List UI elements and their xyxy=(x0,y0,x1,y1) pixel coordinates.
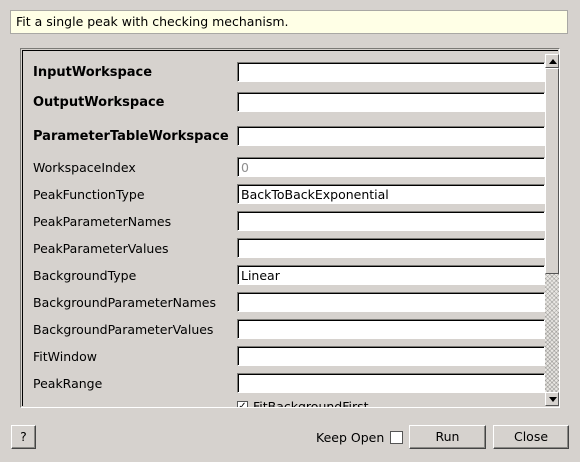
property-label: PeakParameterValues xyxy=(33,241,169,256)
property-row-workspaceindex: WorkspaceIndex 0 xyxy=(33,157,545,179)
property-row-backgroundtype: BackgroundType Linear xyxy=(33,265,545,287)
scroll-up-button[interactable] xyxy=(545,54,559,68)
peakparameternames-field[interactable] xyxy=(237,211,545,231)
property-row-outputworkspace: OutputWorkspace xyxy=(33,92,545,114)
workspaceindex-field[interactable]: 0 xyxy=(237,157,545,177)
backgroundparameternames-field[interactable] xyxy=(237,292,545,312)
property-row-parametertableworkspace: ParameterTableWorkspace xyxy=(33,126,545,148)
property-label: InputWorkspace xyxy=(33,65,153,80)
peakrange-field[interactable] xyxy=(237,373,545,393)
arrow-down-icon xyxy=(549,397,557,402)
arrow-up-icon xyxy=(549,59,557,64)
keep-open-checkbox[interactable] xyxy=(390,431,403,444)
backgroundtype-field[interactable]: Linear xyxy=(237,265,545,285)
outputworkspace-field[interactable] xyxy=(237,92,545,112)
inputworkspace-field[interactable] xyxy=(237,62,545,82)
property-label: PeakFunctionType xyxy=(33,187,145,202)
property-row-inputworkspace: InputWorkspace xyxy=(33,62,545,84)
parametertableworkspace-field[interactable] xyxy=(237,126,545,146)
property-row-peakfunctiontype: PeakFunctionType BackToBackExponential xyxy=(33,184,545,206)
help-button[interactable]: ? xyxy=(11,425,36,449)
property-label: OutputWorkspace xyxy=(33,95,165,110)
property-label: BackgroundParameterValues xyxy=(33,322,214,337)
property-row-peakrange: PeakRange xyxy=(33,373,545,395)
property-label: PeakRange xyxy=(33,376,103,391)
property-row-fitwindow: FitWindow xyxy=(33,346,545,368)
property-label: WorkspaceIndex xyxy=(33,160,136,175)
property-label: BackgroundType xyxy=(33,268,137,283)
algorithm-description: Fit a single peak with checking mechanis… xyxy=(10,10,568,34)
fitbackgroundfirst-checkbox[interactable]: ✓ xyxy=(237,401,248,407)
backgroundparametervalues-field[interactable] xyxy=(237,319,545,339)
peakfunctiontype-field[interactable]: BackToBackExponential xyxy=(237,184,545,204)
property-label: FitWindow xyxy=(33,349,97,364)
vertical-scrollbar[interactable] xyxy=(545,54,559,406)
property-row-backgroundparametervalues: BackgroundParameterValues xyxy=(33,319,545,341)
scroll-down-button[interactable] xyxy=(545,392,559,406)
close-button[interactable]: Close xyxy=(493,425,569,449)
property-row-peakparameternames: PeakParameterNames xyxy=(33,211,545,233)
property-label: PeakParameterNames xyxy=(33,214,172,229)
property-label: ParameterTableWorkspace xyxy=(33,129,229,144)
fitbackgroundfirst-label: FitBackgroundFirst xyxy=(253,399,369,408)
property-label: BackgroundParameterNames xyxy=(33,295,216,310)
keep-open-label: Keep Open xyxy=(316,430,385,445)
property-row-peakparametervalues: PeakParameterValues xyxy=(33,238,545,260)
run-button[interactable]: Run xyxy=(409,425,486,449)
property-row-backgroundparameternames: BackgroundParameterNames xyxy=(33,292,545,314)
properties-panel: InputWorkspace OutputWorkspace Parameter… xyxy=(20,48,560,408)
fitwindow-field[interactable] xyxy=(237,346,545,366)
scrollbar-thumb[interactable] xyxy=(545,68,559,274)
peakparametervalues-field[interactable] xyxy=(237,238,545,258)
